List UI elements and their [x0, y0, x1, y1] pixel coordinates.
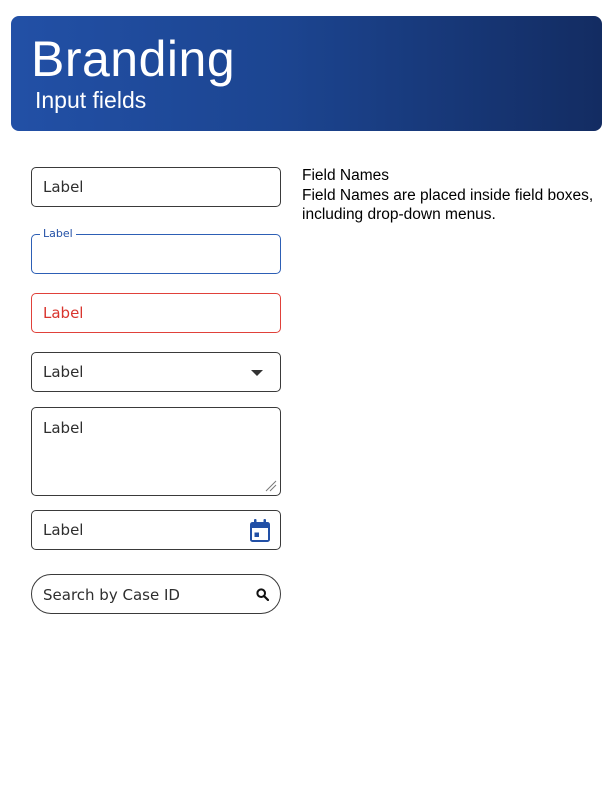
date-field-label: Label	[43, 521, 84, 539]
page-subtitle: Input fields	[35, 87, 147, 113]
resize-handle-icon[interactable]	[265, 480, 277, 492]
dropdown-label: Label	[43, 363, 84, 381]
description-heading: Field Names	[302, 167, 389, 184]
field-names-description: Field Names Field Names are placed insid…	[302, 166, 612, 225]
error-field-label: Label	[43, 304, 84, 322]
default-field-label: Label	[43, 178, 84, 196]
floating-label: Label	[40, 227, 76, 241]
textarea-label: Label	[43, 419, 84, 437]
calendar-icon[interactable]	[249, 519, 271, 543]
description-line-2: including drop-down menus.	[302, 206, 496, 223]
dropdown-select[interactable]: Label	[31, 352, 281, 392]
branding-banner: Branding Input fields	[11, 16, 602, 131]
focused-input-field[interactable]: Label	[31, 227, 281, 274]
default-input-field[interactable]: Label	[31, 167, 281, 207]
search-placeholder: Search by Case ID	[43, 586, 180, 604]
textarea-field[interactable]: Label	[31, 407, 281, 496]
search-input[interactable]: Search by Case ID	[31, 574, 281, 614]
description-line-1: Field Names are placed inside field boxe…	[302, 186, 594, 204]
page-title: Branding	[31, 31, 236, 87]
search-icon[interactable]	[256, 588, 269, 601]
caret-down-icon[interactable]	[251, 370, 263, 376]
error-input-field[interactable]: Label	[31, 293, 281, 333]
date-input-field[interactable]: Label	[31, 510, 281, 550]
